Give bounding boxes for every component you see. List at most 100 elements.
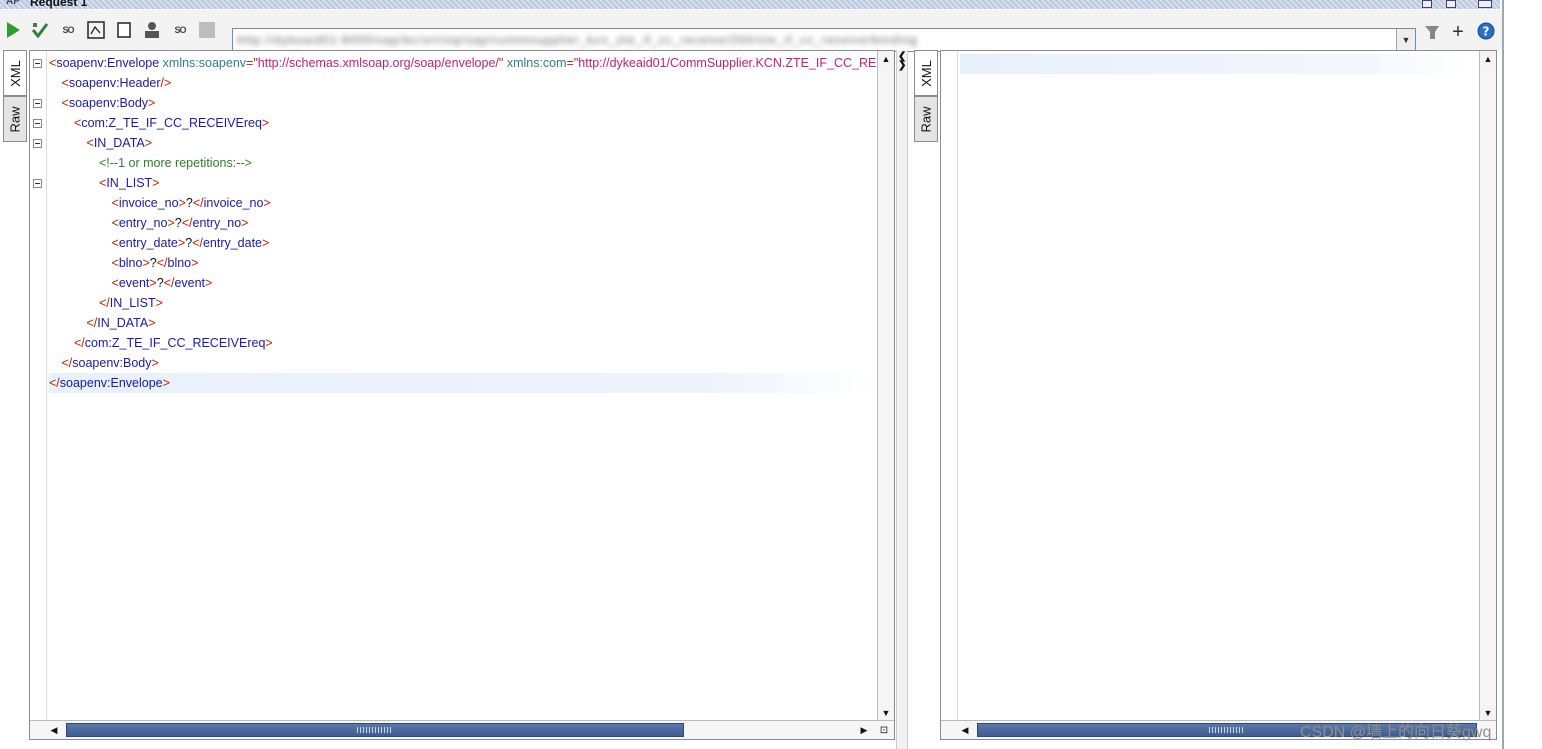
code-line: <soapenv:Body> bbox=[49, 93, 876, 113]
code-line: <invoice_no>?</invoice_no> bbox=[49, 193, 876, 213]
code-token: > bbox=[205, 276, 213, 290]
tab-request-xml[interactable]: XML bbox=[3, 50, 27, 96]
code-line: <soapenv:Header/> bbox=[49, 73, 876, 93]
so-icon: SO bbox=[62, 25, 74, 35]
request-vertical-scrollbar[interactable]: ▲ ▼ bbox=[877, 51, 894, 721]
scroll-thumb[interactable] bbox=[66, 723, 684, 737]
code-token: xmlns:soapenv bbox=[162, 56, 247, 70]
response-vertical-scrollbar[interactable]: ▲ ▼ bbox=[1479, 51, 1496, 721]
scroll-up-icon[interactable]: ▲ bbox=[1480, 51, 1496, 67]
code-token: < bbox=[111, 236, 119, 250]
code-token: event bbox=[174, 276, 206, 290]
code-token: IN_DATA bbox=[97, 316, 149, 330]
code-token: < bbox=[111, 216, 119, 230]
code-token: < bbox=[61, 76, 69, 90]
code-line: </IN_LIST> bbox=[49, 293, 876, 313]
scroll-left-icon[interactable]: ◀ bbox=[957, 722, 973, 738]
code-token: entry_no bbox=[118, 216, 168, 230]
code-token: > bbox=[178, 196, 186, 210]
scroll-up-icon[interactable]: ▲ bbox=[878, 51, 894, 67]
fold-toggle-icon[interactable] bbox=[33, 179, 42, 188]
code-token: event bbox=[118, 276, 150, 290]
code-token: </ bbox=[192, 236, 203, 250]
code-token: < bbox=[111, 256, 119, 270]
svg-text:?: ? bbox=[1483, 25, 1490, 39]
window-border bbox=[1502, 0, 1504, 749]
square-icon bbox=[117, 22, 131, 38]
csdn-watermark: CSDN @墙上的向日葵gwq bbox=[1300, 724, 1492, 741]
code-token: soapenv:Header bbox=[68, 76, 161, 90]
tab-response-raw[interactable]: Raw bbox=[914, 96, 938, 142]
code-token: com:Z_TE_IF_CC_RECEIVEreq bbox=[84, 336, 266, 350]
window-title-bar: AP Request 1 bbox=[0, 0, 1500, 9]
wsa-button[interactable]: SO bbox=[170, 20, 190, 40]
code-token: blno bbox=[167, 256, 192, 270]
chevron-left-icon[interactable]: ❮ ❯ bbox=[898, 52, 906, 71]
tab-response-xml[interactable]: XML bbox=[914, 50, 938, 96]
validate-button[interactable] bbox=[30, 20, 50, 40]
stop-icon bbox=[199, 22, 215, 38]
code-token: > bbox=[167, 216, 175, 230]
format-button[interactable]: SO bbox=[58, 20, 78, 40]
request-toolbar: SO SO http://dykeaid01:8000/sap/bc/srt/x… bbox=[0, 10, 1502, 52]
fold-toggle-icon[interactable] bbox=[33, 119, 42, 128]
close-window-icon[interactable] bbox=[1478, 0, 1492, 8]
request-xml-editor[interactable]: <soapenv:Envelope xmlns:soapenv="http://… bbox=[29, 50, 895, 740]
so-icon: SO bbox=[174, 25, 186, 35]
response-xml-editor[interactable]: ▲ ▼ ◀ bbox=[940, 50, 1497, 740]
scroll-down-icon[interactable]: ▼ bbox=[878, 705, 894, 721]
user-icon bbox=[145, 22, 159, 38]
maximize-window-icon[interactable] bbox=[1446, 0, 1456, 8]
code-token: > bbox=[148, 96, 156, 110]
endpoint-url-combobox[interactable]: http://dykeaid01:8000/sap/bc/srt/xip/sap… bbox=[232, 28, 1416, 52]
add-button[interactable]: + bbox=[1448, 21, 1468, 43]
fold-gutter bbox=[30, 51, 47, 739]
code-token: soapenv:Envelope bbox=[56, 56, 160, 70]
code-token: > bbox=[149, 276, 157, 290]
code-token: </ bbox=[49, 376, 60, 390]
stop-button[interactable] bbox=[197, 20, 217, 40]
submit-request-button[interactable] bbox=[3, 20, 23, 40]
fold-toggle-icon[interactable] bbox=[33, 99, 42, 108]
scroll-left-icon[interactable]: ◀ bbox=[46, 722, 62, 738]
help-button[interactable]: ? bbox=[1476, 21, 1496, 41]
code-token: soapenv:Envelope bbox=[59, 376, 163, 390]
code-token: </ bbox=[192, 196, 204, 210]
request-code: <soapenv:Envelope xmlns:soapenv="http://… bbox=[49, 53, 876, 393]
zoom-icon[interactable]: ⊡ bbox=[876, 722, 892, 738]
code-token: </ bbox=[74, 336, 85, 350]
code-token: < bbox=[111, 276, 119, 290]
code-token: > bbox=[162, 376, 170, 390]
code-line: <event>?</event> bbox=[49, 273, 876, 293]
code-token: <!--1 or more repetitions:--> bbox=[99, 156, 252, 170]
tab-request-raw[interactable]: Raw bbox=[3, 96, 27, 142]
restore-window-icon[interactable] bbox=[1422, 0, 1432, 8]
fold-toggle-icon[interactable] bbox=[33, 59, 42, 68]
code-token: > bbox=[148, 316, 156, 330]
user-button[interactable] bbox=[142, 20, 162, 40]
code-token: entry_no bbox=[192, 216, 242, 230]
app-badge: AP bbox=[6, 0, 20, 7]
frame-icon bbox=[87, 21, 105, 39]
request-horizontal-scrollbar[interactable]: ◀ ▶ ⊡ bbox=[30, 720, 894, 739]
options-button[interactable] bbox=[1422, 22, 1442, 42]
code-token: blno bbox=[118, 256, 143, 270]
play-icon bbox=[7, 22, 20, 38]
fold-toggle-icon[interactable] bbox=[33, 139, 42, 148]
code-token: com:Z_TE_IF_CC_RECEIVEreq bbox=[81, 116, 262, 130]
code-token: /> bbox=[160, 76, 172, 90]
code-token: < bbox=[61, 96, 69, 110]
code-token: IN_DATA bbox=[93, 136, 145, 150]
response-current-line bbox=[960, 54, 1466, 74]
code-token: soapenv:Body bbox=[72, 356, 152, 370]
create-empty-button[interactable] bbox=[114, 20, 134, 40]
fold-gutter bbox=[941, 51, 958, 739]
editor-splitter[interactable]: ❮ ❯ bbox=[896, 50, 908, 749]
scroll-right-icon[interactable]: ▶ bbox=[856, 722, 872, 738]
chevron-down-icon[interactable]: ▼ bbox=[1396, 29, 1415, 51]
code-token: entry_date bbox=[202, 236, 263, 250]
code-token: xmlns:com bbox=[506, 56, 567, 70]
tidy-button[interactable] bbox=[86, 20, 106, 40]
code-token: > bbox=[155, 296, 163, 310]
code-token: IN_LIST bbox=[106, 176, 153, 190]
